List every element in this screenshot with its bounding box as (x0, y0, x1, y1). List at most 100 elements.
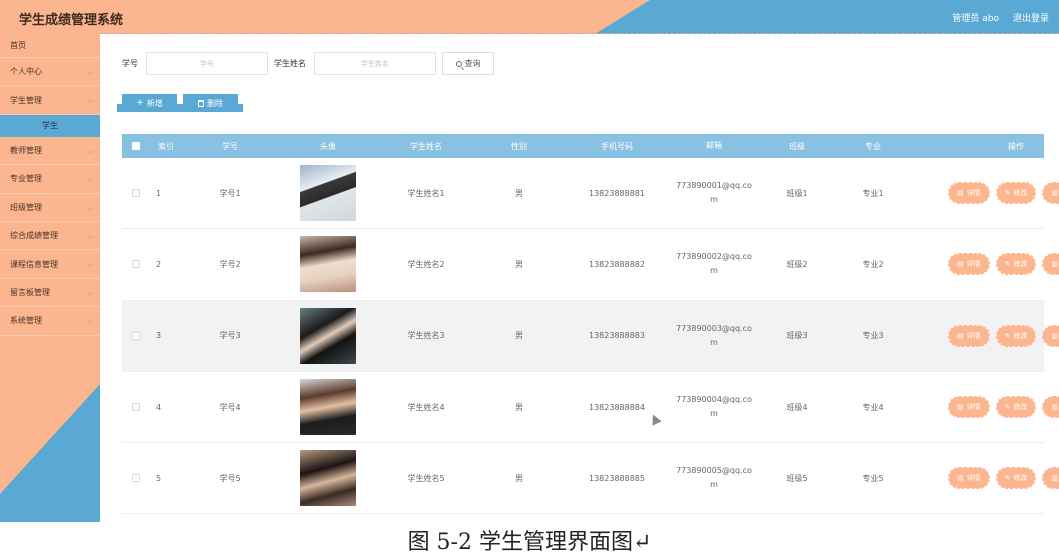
select-all-checkbox[interactable] (132, 142, 140, 150)
cell-class: 班级4 (786, 402, 808, 412)
detail-button[interactable]: ▤ 详情 (947, 253, 990, 276)
main-content: 学号 学生姓名 查询 + 新增 删除 索引 学号 (100, 34, 1059, 522)
cell-email: 773890004@qq.co m (676, 395, 752, 419)
cell-major: 专业5 (862, 473, 884, 483)
trash-icon (198, 99, 204, 107)
app-window: 学生成绩管理系统 管理员 abo 退出登录 首页 个人中心 学生管理 学生 教师… (0, 0, 1059, 522)
cell-student-no: 学号5 (219, 473, 241, 483)
table-row: 1 学号1 学生姓名1 男 13823888881 773890001@qq.co m 班级1… (122, 158, 1059, 230)
cell-sex: 男 (515, 331, 523, 341)
detail-button[interactable]: ▤ 详情 (947, 467, 990, 490)
cell-name: 学生姓名1 (407, 188, 445, 198)
cell-name: 学生姓名3 (407, 331, 445, 341)
avatar (300, 379, 356, 436)
sidebar-item-teachers[interactable]: 教师管理 (0, 137, 100, 166)
pencil-icon: ✎ (1004, 403, 1011, 412)
row-checkbox[interactable] (132, 189, 140, 198)
edit-button[interactable]: ✎ 修改 (995, 324, 1037, 347)
sidebar-item-majors[interactable]: 专业管理 (0, 165, 100, 194)
logout-link[interactable]: 退出登录 (1013, 11, 1049, 24)
cell-sex: 男 (515, 188, 523, 198)
sidebar-item-scores[interactable]: 综合成绩管理 (0, 222, 100, 251)
student-no-input[interactable] (146, 52, 268, 75)
cell-phone: 13823888881 (589, 188, 645, 198)
add-button[interactable]: + 新增 (117, 94, 182, 112)
trash-icon: ▥ (1051, 474, 1059, 483)
chevron-down-icon (86, 96, 95, 104)
table-header: 索引 学号 头像 学生姓名 性别 手机号码 邮箱 班级 专业 操作 (122, 134, 1044, 158)
sidebar-item-home[interactable]: 首页 (0, 34, 100, 58)
document-icon: ▤ (956, 260, 964, 269)
cell-class: 班级5 (786, 473, 808, 483)
cell-phone: 13823888885 (589, 473, 645, 483)
cell-student-no: 学号4 (219, 402, 241, 412)
col-student-no: 学号 (222, 141, 238, 151)
trash-icon: ▥ (1051, 403, 1059, 412)
document-icon: ▤ (956, 189, 964, 198)
cell-student-no: 学号2 (219, 259, 241, 269)
chevron-down-icon (86, 260, 95, 268)
student-no-label: 学号 (122, 59, 138, 68)
col-sex: 性别 (511, 141, 527, 151)
chevron-down-icon (86, 288, 95, 296)
cell-email: 773890001@qq.co m (676, 181, 752, 205)
pencil-icon: ✎ (1004, 474, 1011, 483)
chevron-down-icon (86, 175, 95, 183)
cell-email: 773890005@qq.co m (676, 466, 752, 490)
edit-button[interactable]: ✎ 修改 (995, 396, 1037, 419)
row-checkbox[interactable] (132, 331, 140, 340)
delete-button[interactable]: ▥删除 (1042, 396, 1059, 419)
table-row: 3 学号3 学生姓名3 男 13823888883 773890003@qq.co m 班级3… (122, 300, 1059, 372)
avatar (300, 165, 356, 222)
cell-index: 4 (156, 402, 162, 412)
sidebar: 首页 个人中心 学生管理 学生 教师管理 专业管理 班级管理 综合成绩管理 课程… (0, 34, 100, 522)
delete-button[interactable]: ▥删除 (1042, 253, 1059, 276)
col-index: 索引 (158, 141, 174, 151)
cell-ops: ▤详情✎修改 ▥删除 (908, 467, 1059, 490)
detail-button[interactable]: ▤ 详情 (947, 396, 990, 419)
cell-name: 学生姓名4 (407, 402, 445, 412)
sidebar-item-system[interactable]: 系统管理 (0, 307, 100, 336)
col-class: 班级 (789, 141, 805, 151)
row-checkbox[interactable] (132, 474, 140, 483)
cell-major: 专业3 (862, 331, 884, 341)
table-row: 5 学号5 学生姓名5 男 13823888885 773890005@qq.co m 班级5… (122, 443, 1059, 515)
avatar (300, 307, 356, 364)
delete-button[interactable]: ▥删除 (1042, 324, 1059, 347)
table-body: 1 学号1 学生姓名1 男 13823888881 773890001@qq.co m 班级1… (122, 158, 1059, 515)
cell-index: 1 (156, 188, 162, 198)
cell-index: 5 (156, 473, 162, 483)
edit-button[interactable]: ✎ 修改 (995, 467, 1037, 490)
table-row: 4 学号4 学生姓名4 男 13823888884 773890004@qq.co m 班级4… (122, 372, 1059, 444)
detail-button[interactable]: ▤ 详情 (947, 324, 990, 347)
query-button[interactable]: 查询 (442, 52, 494, 75)
cell-class: 班级1 (786, 188, 808, 198)
sidebar-subitem-student[interactable]: 学生 (0, 114, 100, 137)
edit-button[interactable]: ✎ 修改 (995, 253, 1037, 276)
col-major: 专业 (865, 141, 881, 151)
cell-name: 学生姓名2 (407, 259, 445, 269)
sidebar-item-courses[interactable]: 课程信息管理 (0, 250, 100, 279)
delete-button[interactable]: ▥删除 (1042, 182, 1059, 205)
cell-major: 专业4 (862, 402, 884, 412)
trash-icon: ▥ (1051, 260, 1059, 269)
cell-name: 学生姓名5 (407, 473, 445, 483)
edit-button[interactable]: ✎ 修改 (995, 182, 1037, 205)
delete-button[interactable]: ▥删除 (1042, 467, 1059, 490)
row-checkbox[interactable] (132, 260, 140, 269)
cell-student-no: 学号3 (219, 331, 241, 341)
sidebar-item-students[interactable]: 学生管理 (0, 86, 100, 115)
cell-phone: 13823888882 (589, 259, 645, 269)
row-checkbox[interactable] (132, 403, 140, 412)
sidebar-item-profile[interactable]: 个人中心 (0, 58, 100, 87)
chevron-down-icon (86, 203, 95, 211)
student-name-input[interactable] (314, 52, 436, 75)
detail-button[interactable]: ▤ 详情 (947, 182, 990, 205)
sidebar-item-classes[interactable]: 班级管理 (0, 194, 100, 222)
student-table: 索引 学号 头像 学生姓名 性别 手机号码 邮箱 班级 专业 操作 1 学号1 学生… (122, 134, 1059, 515)
batch-delete-button[interactable]: 删除 (178, 94, 243, 112)
chevron-down-icon (86, 67, 95, 76)
cell-ops: ▤详情✎修改 ▥删除 (908, 253, 1059, 276)
sidebar-item-messages[interactable]: 留言板管理 (0, 279, 100, 308)
pencil-icon: ✎ (1004, 260, 1011, 269)
